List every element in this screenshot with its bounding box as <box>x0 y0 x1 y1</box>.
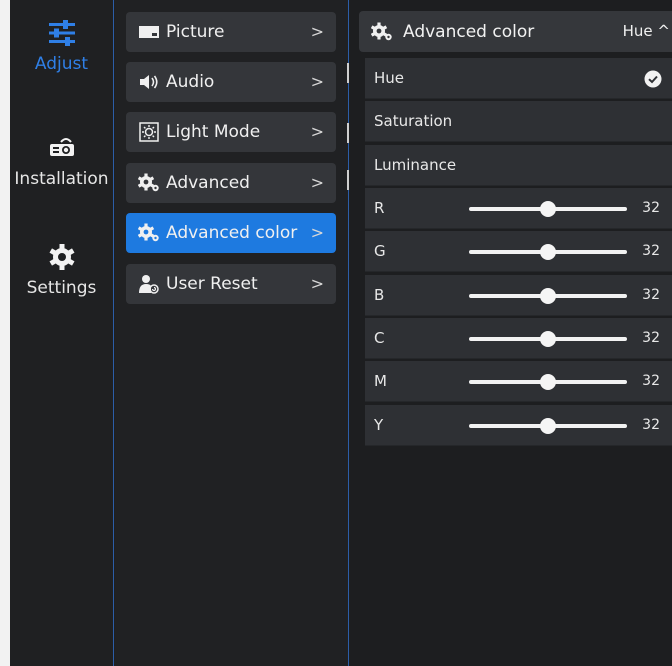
projector-icon <box>49 138 74 156</box>
nav-label: Installation <box>14 169 109 189</box>
brightness-icon <box>138 122 160 142</box>
menu-item-advanced[interactable]: Advanced > <box>126 163 336 203</box>
gears-icon <box>138 223 160 242</box>
nav-item-settings[interactable]: Settings <box>10 242 113 298</box>
nav-item-adjust[interactable]: Adjust <box>10 18 113 74</box>
slider-track[interactable] <box>469 201 627 217</box>
mode-label: Luminance <box>374 156 457 174</box>
nav-label: Settings <box>26 278 97 298</box>
chevron-right-icon: > <box>310 274 324 293</box>
menu-item-label: Audio <box>166 72 215 92</box>
panel-header: Advanced color Hue ^ <box>359 11 672 52</box>
chevron-right-icon: > <box>310 22 324 41</box>
chevron-right-icon: > <box>310 122 324 141</box>
menu-item-label: Advanced <box>166 173 250 193</box>
advanced-color-panel: Advanced color Hue ^ Hue Saturation Lumi… <box>349 0 672 666</box>
slider-track[interactable] <box>469 244 627 260</box>
slider-row-r: R 32 <box>365 188 672 229</box>
slider-row-g: G 32 <box>365 231 672 272</box>
slider-value: 32 <box>642 243 660 259</box>
slider-track[interactable] <box>469 288 627 304</box>
menu-item-advanced-color[interactable]: Advanced color > <box>126 213 336 253</box>
main-nav: Adjust Installation Settings <box>10 0 113 666</box>
slider-label: C <box>374 329 385 347</box>
slider-value: 32 <box>642 330 660 346</box>
slider-value: 32 <box>642 373 660 389</box>
sliders-icon <box>48 20 75 46</box>
slider-knob[interactable] <box>540 244 556 260</box>
chevron-right-icon: > <box>310 173 324 192</box>
slider-knob[interactable] <box>540 374 556 390</box>
mode-dropdown[interactable]: Hue ^ <box>623 22 670 40</box>
mode-label: Hue <box>374 69 405 87</box>
menu-item-label: Picture <box>166 22 225 42</box>
slider-value: 32 <box>642 200 660 216</box>
nav-label: Adjust <box>34 54 89 74</box>
menu-item-user-reset[interactable]: User Reset > <box>126 264 336 304</box>
submenu: Picture > Audio > Light Mode > Advanced … <box>115 0 348 666</box>
slider-label: R <box>374 199 385 217</box>
slider-knob[interactable] <box>540 288 556 304</box>
slider-row-y: Y 32 <box>365 405 672 446</box>
slider-row-b: B 32 <box>365 275 672 316</box>
mode-option-hue[interactable]: Hue <box>365 58 672 99</box>
menu-item-picture[interactable]: Picture > <box>126 12 336 52</box>
slider-knob[interactable] <box>540 201 556 217</box>
user-reset-icon <box>138 275 160 294</box>
slider-knob[interactable] <box>540 331 556 347</box>
slider-value: 32 <box>642 417 660 433</box>
left-edge <box>0 0 10 666</box>
menu-item-light-mode[interactable]: Light Mode > <box>126 112 336 152</box>
chevron-right-icon: > <box>310 72 324 91</box>
menu-item-label: Light Mode <box>166 122 261 142</box>
slider-track[interactable] <box>469 331 627 347</box>
slider-row-c: C 32 <box>365 318 672 359</box>
slider-label: B <box>374 286 385 304</box>
check-icon <box>644 70 662 88</box>
mode-label: Saturation <box>374 112 453 130</box>
slider-track[interactable] <box>469 374 627 390</box>
slider-label: Y <box>374 416 384 434</box>
slider-label: M <box>374 372 387 390</box>
gears-icon <box>371 22 393 42</box>
divider <box>113 0 114 666</box>
slider-row-m: M 32 <box>365 361 672 402</box>
gears-icon <box>138 173 160 192</box>
picture-icon <box>138 23 160 41</box>
slider-knob[interactable] <box>540 418 556 434</box>
panel-title: Advanced color <box>403 21 535 42</box>
speaker-icon <box>138 73 160 91</box>
gear-icon <box>48 244 75 270</box>
menu-item-label: Advanced color <box>166 223 298 243</box>
nav-item-installation[interactable]: Installation <box>10 133 113 189</box>
menu-item-audio[interactable]: Audio > <box>126 62 336 102</box>
slider-value: 32 <box>642 287 660 303</box>
mode-option-saturation[interactable]: Saturation <box>365 101 672 142</box>
chevron-right-icon: > <box>310 223 324 242</box>
mode-option-luminance[interactable]: Luminance <box>365 145 672 186</box>
slider-track[interactable] <box>469 418 627 434</box>
slider-label: G <box>374 242 386 260</box>
menu-item-label: User Reset <box>166 274 258 294</box>
